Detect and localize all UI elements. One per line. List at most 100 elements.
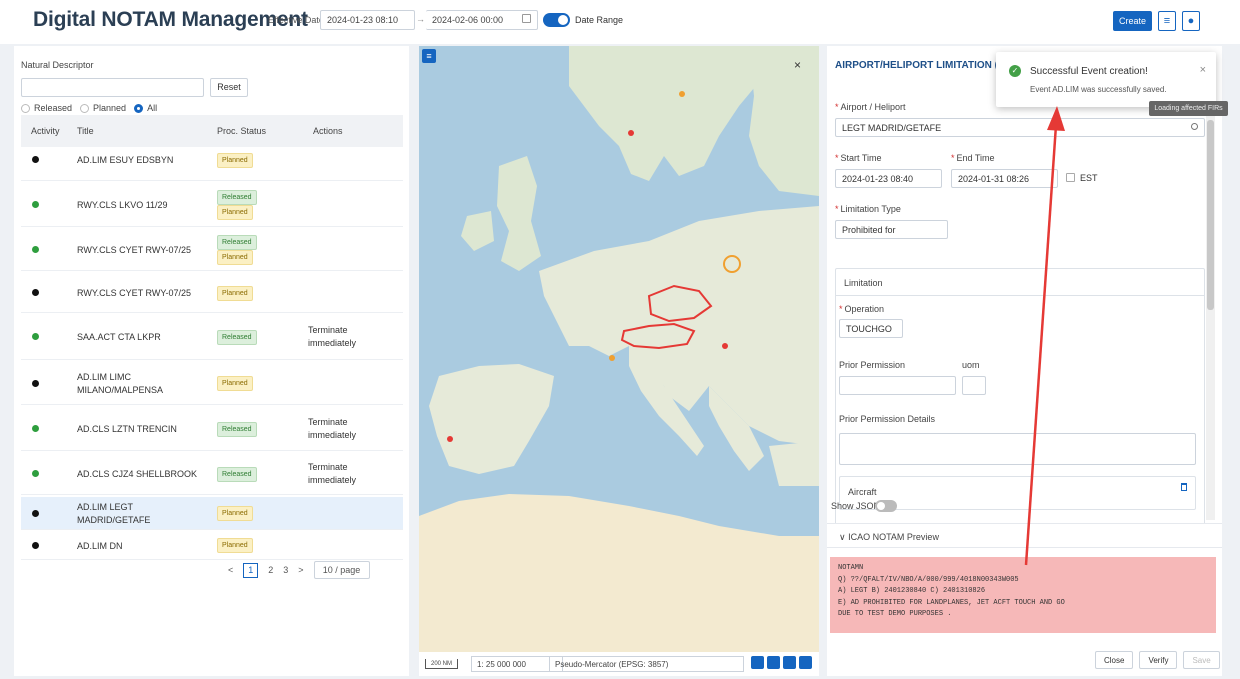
- search-icon[interactable]: [1191, 123, 1198, 130]
- status-filter: Released Planned All: [21, 103, 157, 113]
- notam-line: NOTAMN: [838, 564, 864, 572]
- column-activity: Activity: [31, 126, 60, 136]
- filter-released[interactable]: Released: [21, 103, 72, 113]
- radio-icon: [21, 103, 30, 113]
- trash-icon[interactable]: [1181, 483, 1187, 491]
- map-footer: 200 NM 1: 25 000 000 Pseudo-Mercator (EP…: [419, 652, 819, 676]
- prior-permission-input[interactable]: [839, 376, 956, 395]
- row-title: SAA.ACT CTA LKPR: [77, 332, 161, 342]
- notam-line: Q) ??/QFALT/IV/NBO/A/000/999/4018N00343W…: [838, 575, 1019, 584]
- settings-icon[interactable]: [767, 656, 780, 669]
- operation-select[interactable]: TOUCHGO: [839, 319, 903, 338]
- reset-button[interactable]: Reset: [210, 78, 248, 97]
- status-badge: Planned: [217, 285, 253, 301]
- radio-icon: [80, 103, 90, 113]
- status-badge: Released: [217, 466, 257, 482]
- pagination: < 1 2 3 > 10 / page: [228, 561, 370, 579]
- page-3[interactable]: 3: [283, 565, 288, 575]
- europe-map: [419, 46, 819, 652]
- success-toast: ✓ Successful Event creation! Event AD.LI…: [996, 52, 1216, 107]
- close-icon[interactable]: ×: [1200, 64, 1206, 76]
- page-1[interactable]: 1: [243, 562, 259, 578]
- page-size-select[interactable]: 10 / page: [313, 561, 370, 579]
- column-title: Title: [77, 126, 94, 136]
- row-title: AD.LIM DN: [77, 540, 123, 551]
- prior-permission-details-label: Prior Permission Details: [839, 414, 936, 424]
- row-title: AD.LIM ESUY EDSBYN: [77, 155, 174, 165]
- row-title: RWY.CLS CYET RWY-07/25: [77, 288, 192, 298]
- terminate-immediately-link[interactable]: Terminate immediately: [308, 416, 368, 442]
- scroll-thumb[interactable]: [1207, 120, 1214, 310]
- prev-page-icon[interactable]: <: [228, 565, 233, 575]
- est-checkbox[interactable]: [1066, 173, 1075, 182]
- date-range-toggle[interactable]: [543, 13, 570, 27]
- uom-select[interactable]: [962, 376, 986, 395]
- table-row[interactable]: AD.LIM LEGT MADRID/GETAFE Planned: [21, 497, 403, 530]
- effective-date-start-input[interactable]: 2024-01-23 08:10: [320, 10, 415, 30]
- fullscreen-icon[interactable]: [783, 656, 796, 669]
- map-view[interactable]: ≡: [419, 46, 819, 652]
- operation-label: * Operation: [839, 304, 885, 314]
- est-label: EST: [1080, 173, 1098, 183]
- filter-planned[interactable]: Planned: [80, 103, 126, 113]
- limitation-type-label: * Limitation Type: [835, 204, 901, 214]
- notam-line: A) LEGT B) 2401230840 C) 2401310826: [838, 587, 986, 595]
- chevron-down-icon: ∨: [839, 532, 849, 542]
- table-row[interactable]: RWY.CLS LKVO 11/29 Released Planned: [21, 183, 403, 227]
- activity-status-icon: [32, 541, 39, 549]
- filter-all[interactable]: All: [134, 103, 157, 113]
- table-row[interactable]: SAA.ACT CTA LKPR Released Terminate immedi…: [21, 314, 403, 360]
- table-row[interactable]: AD.CLS LZTN TRENCIN Released Terminate imm…: [21, 407, 403, 451]
- table-row[interactable]: RWY.CLS CYET RWY-07/25 Released Planned: [21, 229, 403, 271]
- terminate-immediately-link[interactable]: Terminate immediately: [308, 324, 368, 350]
- end-time-input[interactable]: 2024-01-31 08:26: [951, 169, 1058, 188]
- row-title: RWY.CLS CYET RWY-07/25: [77, 245, 192, 255]
- table-row[interactable]: AD.LIM LIMC MILANO/MALPENSA Planned: [21, 362, 403, 405]
- create-button[interactable]: Create: [1113, 11, 1152, 31]
- terminate-immediately-link[interactable]: Terminate immediately: [308, 461, 368, 487]
- natural-descriptor-input[interactable]: [21, 78, 204, 97]
- start-time-input[interactable]: 2024-01-23 08:40: [835, 169, 942, 188]
- page-2[interactable]: 2: [268, 565, 273, 575]
- start-time-label: * Start Time: [835, 153, 882, 163]
- loading-tooltip: Loading affected FIRs: [1149, 101, 1228, 116]
- layers-icon[interactable]: ≡: [422, 49, 436, 63]
- verify-button[interactable]: Verify: [1139, 651, 1178, 669]
- app-header: Digital NOTAM Management Effective Date …: [0, 0, 1240, 44]
- status-badge: Planned: [217, 506, 253, 521]
- globe-icon[interactable]: ●: [1182, 11, 1200, 31]
- uom-label: uom: [962, 360, 980, 370]
- list-menu-icon[interactable]: ≡: [1158, 11, 1176, 31]
- download-icon[interactable]: [799, 656, 812, 669]
- table-row[interactable]: AD.CLS CJZ4 SHELLBROOK Released Terminate …: [21, 453, 403, 495]
- row-title: RWY.CLS LKVO 11/29: [77, 200, 168, 210]
- prior-permission-details-textarea[interactable]: [839, 433, 1196, 465]
- table-row[interactable]: AD.LIM ESUY EDSBYN Planned: [21, 139, 403, 181]
- projection-select[interactable]: Pseudo-Mercator (EPSG: 3857): [549, 656, 744, 672]
- close-button[interactable]: Close: [1095, 651, 1134, 669]
- radio-selected-icon: [134, 103, 144, 113]
- limitation-type-select[interactable]: Prohibited for: [835, 220, 948, 239]
- form-scrollbar[interactable]: [1206, 100, 1215, 520]
- airport-label: * Airport / Heliport: [835, 102, 906, 112]
- activity-status-icon: [32, 333, 39, 340]
- locate-icon[interactable]: [751, 656, 764, 669]
- status-badge: Planned: [217, 250, 253, 265]
- calendar-icon[interactable]: [522, 14, 531, 23]
- end-time-label: * End Time: [951, 153, 995, 163]
- status-badge: Planned: [217, 538, 253, 553]
- table-row[interactable]: AD.LIM DN Planned: [21, 531, 403, 560]
- airport-input[interactable]: LEGT MADRID/GETAFE: [835, 118, 1205, 137]
- aircraft-label: Aircraft: [848, 487, 877, 497]
- notam-line: DUE TO TEST DEMO PURPOSES .: [838, 610, 952, 618]
- next-page-icon[interactable]: >: [298, 565, 303, 575]
- table-row[interactable]: RWY.CLS CYET RWY-07/25 Planned: [21, 273, 403, 313]
- map-close-icon[interactable]: ×: [794, 58, 801, 72]
- form-actions: Close Verify Save: [1095, 651, 1220, 669]
- show-json-label: Show JSON: [831, 501, 881, 511]
- icao-preview-header[interactable]: ∨ ICAO NOTAM Preview: [827, 523, 1222, 548]
- save-button[interactable]: Save: [1183, 651, 1220, 669]
- status-badge: Planned: [217, 152, 253, 168]
- row-title: AD.CLS LZTN TRENCIN: [77, 424, 177, 434]
- show-json-toggle[interactable]: [875, 500, 897, 512]
